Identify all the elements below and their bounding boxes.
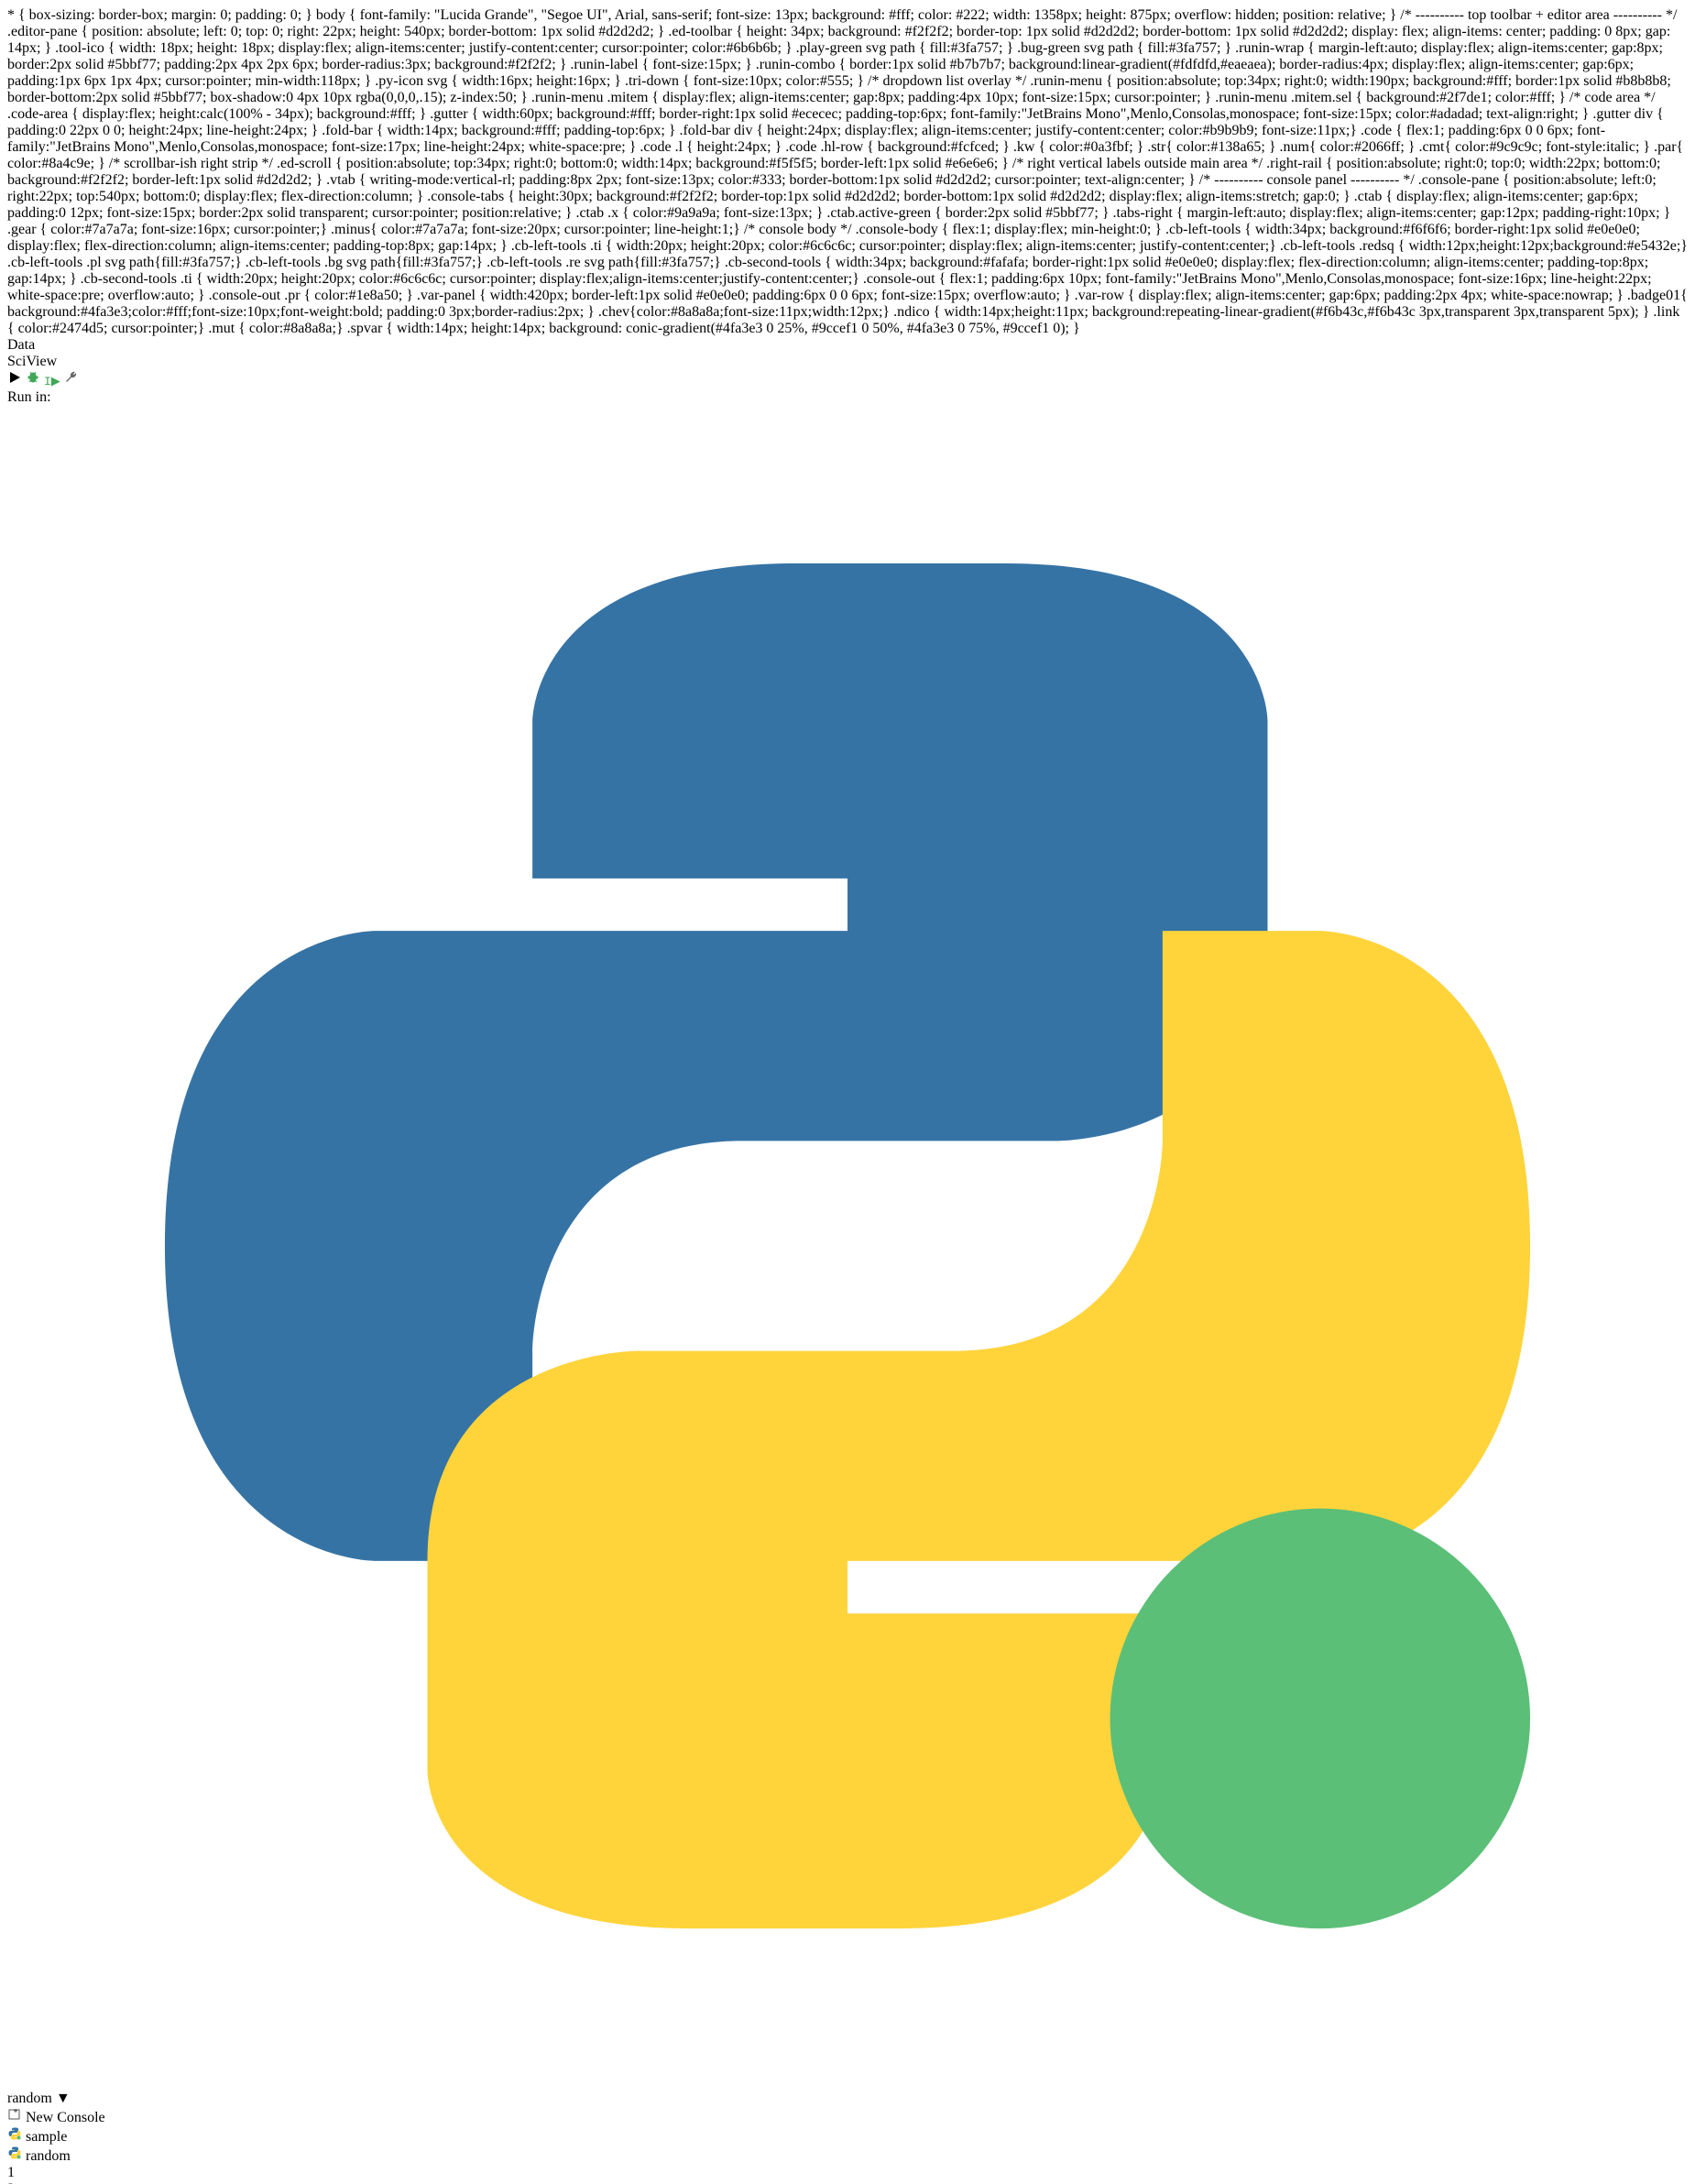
new-console-icon [7, 2110, 26, 2125]
menu-random[interactable]: random [7, 2146, 1688, 2165]
editor-pane: I▶ Run in: random ▼ New Console [7, 370, 1688, 2184]
run-in-value: random [7, 2091, 52, 2106]
chevron-down-icon: ▼ [56, 2091, 71, 2106]
menu-random-label: random [26, 2148, 71, 2164]
debug-icon[interactable] [26, 373, 44, 388]
run-icon[interactable] [7, 373, 26, 388]
run-in-menu: New Console sample random [7, 2107, 1688, 2165]
tab-data[interactable]: Data [7, 337, 1688, 354]
python-icon [7, 2074, 1688, 2090]
menu-sample[interactable]: sample [7, 2126, 1688, 2146]
run-cursor-icon[interactable]: I▶ [44, 375, 60, 388]
run-in-selector: Run in: random ▼ [7, 389, 1688, 2107]
tab-sciview[interactable]: SciView [7, 354, 1688, 370]
python-icon [7, 2129, 26, 2145]
menu-new-console-label: New Console [26, 2110, 105, 2125]
wrench-icon[interactable] [64, 373, 79, 388]
menu-sample-label: sample [26, 2129, 67, 2145]
editor-toolbar: I▶ Run in: random ▼ New Console [7, 370, 1688, 2165]
line-number-gutter: 1 2 3 4 5 6 7 8 9 10 11 12 13 [7, 2165, 1688, 2184]
python-icon [7, 2148, 26, 2164]
menu-new-console[interactable]: New Console [7, 2107, 1688, 2126]
run-in-label: Run in: [7, 389, 51, 405]
run-in-combo[interactable]: random ▼ [7, 406, 1688, 2107]
